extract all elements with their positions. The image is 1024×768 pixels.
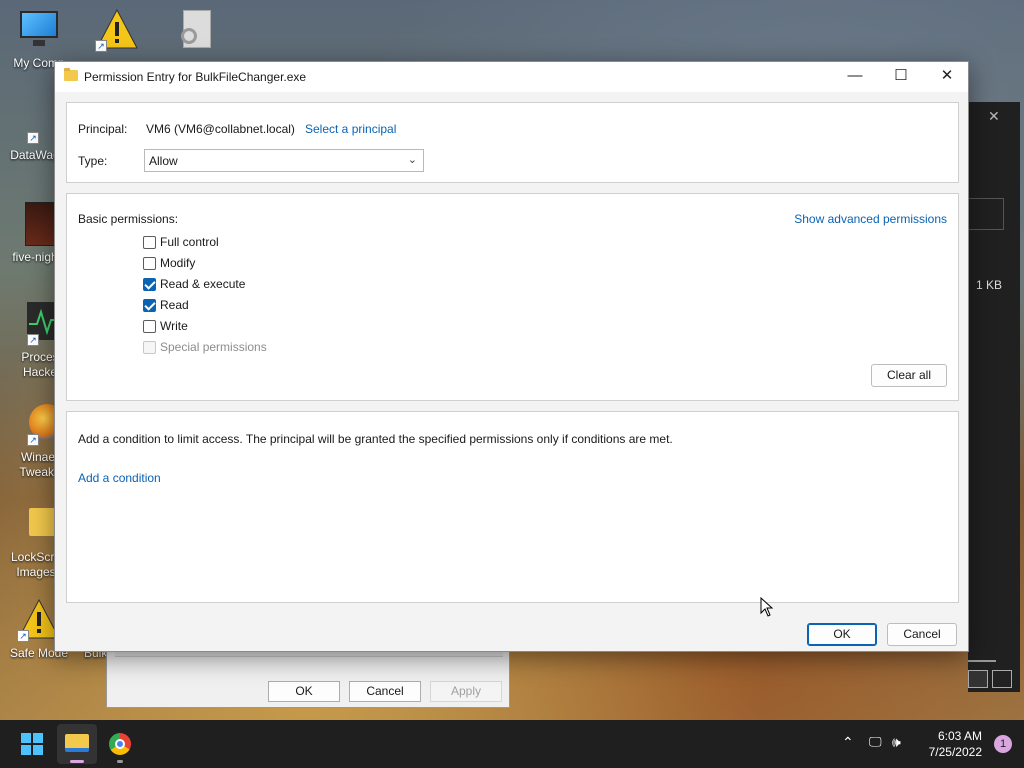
permission-write[interactable]: Write xyxy=(143,318,188,334)
permission-modify[interactable]: Modify xyxy=(143,255,195,271)
checkbox-checked[interactable] xyxy=(143,277,156,291)
volume-icon[interactable]: 🕪 xyxy=(892,734,901,751)
basic-permissions-label: Basic permissions: xyxy=(78,212,179,226)
principal-value: VM6 (VM6@collabnet.local) xyxy=(146,122,295,136)
chevron-down-icon: ⌄ xyxy=(407,154,417,166)
clock[interactable]: 6:03 AM 7/25/2022 xyxy=(929,728,982,760)
desktop-icon-warning[interactable]: ↗ xyxy=(82,8,152,56)
condition-panel: Add a condition to limit access. The pri… xyxy=(66,411,959,603)
process-hacker-icon: ↗ xyxy=(13,302,65,346)
type-label: Type: xyxy=(78,154,108,168)
show-advanced-permissions-link[interactable]: Show advanced permissions xyxy=(794,212,947,226)
shortcut-arrow-icon: ↗ xyxy=(27,334,39,346)
permission-label: Modify xyxy=(160,256,196,270)
running-indicator xyxy=(117,760,123,763)
checkbox-disabled xyxy=(143,340,156,354)
basic-permissions-panel: Basic permissions: Show advanced permiss… xyxy=(66,193,959,401)
start-button[interactable] xyxy=(12,724,52,764)
title-bar[interactable]: Permission Entry for BulkFileChanger.exe… xyxy=(55,62,968,92)
maximize-button[interactable]: ☐ xyxy=(878,62,924,92)
time: 6:03 AM xyxy=(937,729,982,743)
close-icon[interactable]: ✕ xyxy=(988,108,1000,125)
desktop-icon-settings-file[interactable] xyxy=(160,8,230,56)
taskbar: ⌃ 🖵 🕪 6:03 AM 7/25/2022 1 xyxy=(0,720,1024,768)
cancel-button[interactable]: Cancel xyxy=(887,623,957,646)
explorer-window-background: ✕ 1 KB xyxy=(968,102,1020,692)
notification-badge[interactable]: 1 xyxy=(994,735,1012,753)
ok-button[interactable]: OK xyxy=(807,623,877,646)
permission-entry-dialog: Permission Entry for BulkFileChanger.exe… xyxy=(54,61,969,652)
permission-read-execute[interactable]: Read & execute xyxy=(143,276,245,292)
type-value: Allow xyxy=(149,154,178,168)
mouse-cursor-icon xyxy=(760,597,774,617)
minimize-button[interactable]: — xyxy=(832,62,878,92)
game-icon xyxy=(13,202,65,246)
file-explorer-icon xyxy=(65,734,89,752)
gear-file-icon xyxy=(173,8,217,52)
network-icon[interactable]: 🖵 xyxy=(869,734,882,750)
permission-label: Read xyxy=(160,298,189,312)
shortcut-arrow-icon: ↗ xyxy=(27,132,39,144)
warning-icon: ↗ xyxy=(95,8,139,52)
shortcut-arrow-icon: ↗ xyxy=(27,434,39,446)
bg-cancel-button[interactable]: Cancel xyxy=(349,681,421,702)
dialog-title: Permission Entry for BulkFileChanger.exe xyxy=(84,70,307,84)
checkbox-checked[interactable] xyxy=(143,298,156,312)
select-principal-link[interactable]: Select a principal xyxy=(305,122,396,136)
search-field[interactable] xyxy=(968,198,1004,230)
active-indicator xyxy=(70,760,84,763)
principal-panel: Principal: VM6 (VM6@collabnet.local) Sel… xyxy=(66,102,959,183)
checkbox[interactable] xyxy=(143,235,156,249)
clear-all-button[interactable]: Clear all xyxy=(871,364,947,387)
folder-icon xyxy=(64,68,78,81)
chevron-up-icon[interactable]: ⌃ xyxy=(842,734,854,751)
winaero-icon: ↗ xyxy=(13,402,65,446)
bg-apply-button[interactable]: Apply xyxy=(430,681,502,702)
bg-ok-button[interactable]: OK xyxy=(268,681,340,702)
permission-label: Write xyxy=(160,319,188,333)
permission-special: Special permissions xyxy=(143,339,267,355)
permission-label: Read & execute xyxy=(160,277,246,291)
taskbar-file-explorer[interactable] xyxy=(57,724,97,764)
monitor-icon xyxy=(17,8,61,52)
file-size: 1 KB xyxy=(976,278,1003,292)
permission-full-control[interactable]: Full control xyxy=(143,234,219,250)
datawag-app-icon: ↗ xyxy=(13,100,57,144)
checkbox[interactable] xyxy=(143,319,156,333)
windows-logo-icon xyxy=(21,733,43,755)
permission-read[interactable]: Read xyxy=(143,297,189,313)
tiles-view-icon[interactable] xyxy=(992,670,1012,688)
permission-label: Full control xyxy=(160,235,219,249)
add-condition-link[interactable]: Add a condition xyxy=(78,471,161,485)
shortcut-arrow-icon: ↗ xyxy=(95,40,107,52)
close-button[interactable]: ✕ xyxy=(924,62,970,92)
date: 7/25/2022 xyxy=(928,745,982,759)
permission-label: Special permissions xyxy=(160,340,267,354)
condition-description: Add a condition to limit access. The pri… xyxy=(78,432,673,446)
shortcut-arrow-icon: ↗ xyxy=(17,630,29,642)
chrome-icon-center xyxy=(115,739,125,749)
type-dropdown[interactable]: Allow ⌄ xyxy=(144,149,424,172)
checkbox[interactable] xyxy=(143,256,156,270)
principal-label: Principal: xyxy=(78,122,128,136)
details-view-icon[interactable] xyxy=(968,670,988,688)
taskbar-chrome[interactable] xyxy=(100,724,140,764)
window-separator xyxy=(968,660,996,662)
folder-icon xyxy=(13,502,67,546)
